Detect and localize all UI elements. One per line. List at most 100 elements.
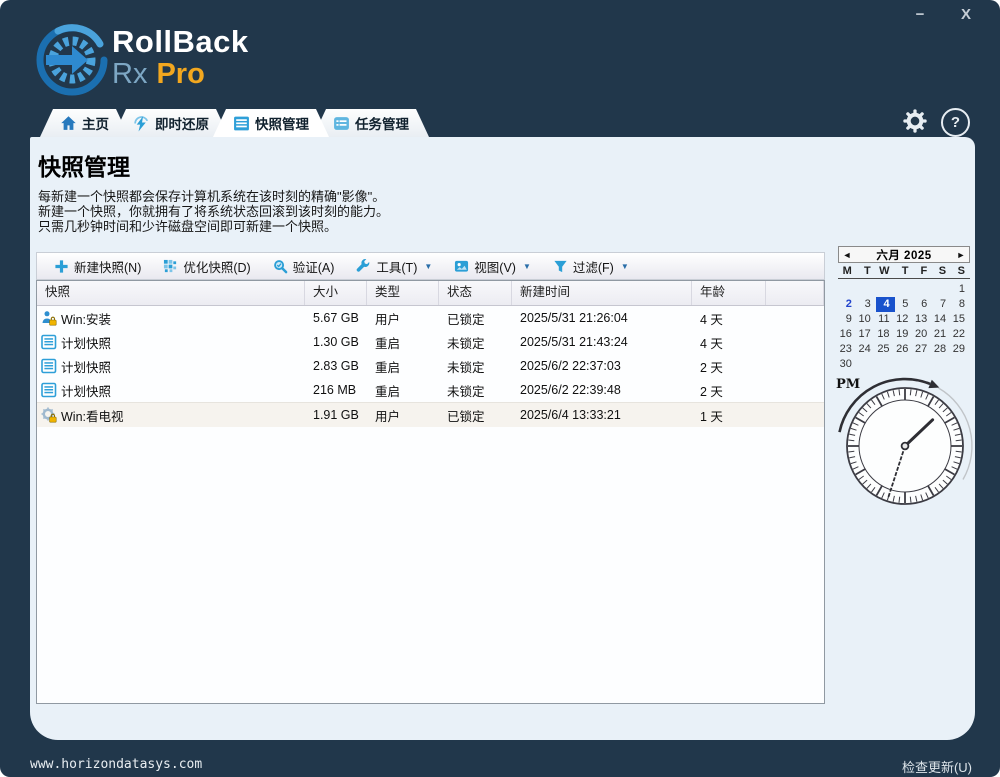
snapshot-age: 4 天 [692, 333, 766, 352]
verify-icon [273, 259, 288, 274]
column-header-extra[interactable] [766, 281, 824, 305]
tab-snapshot-management[interactable]: 快照管理 [213, 109, 329, 137]
calendar-day[interactable]: 28 [932, 342, 951, 357]
calendar-day [857, 357, 876, 372]
button-label: 过滤(F) [573, 257, 614, 276]
rollback-logo-icon [34, 22, 110, 98]
calendar-day[interactable]: 6 [913, 297, 932, 312]
calendar-day[interactable]: 19 [895, 327, 914, 342]
defrag-icon [163, 259, 178, 274]
home-icon [60, 115, 77, 132]
button-label: 新建快照(N) [74, 257, 141, 276]
calendar-day[interactable]: 25 [876, 342, 895, 357]
snapshot-size: 216 MB [305, 383, 367, 397]
calendar-day[interactable]: 9 [838, 312, 857, 327]
calendar-day[interactable]: 3 [857, 297, 876, 312]
snapshot-type: 重启 [367, 333, 439, 352]
calendar-day[interactable]: 11 [876, 312, 895, 327]
table-header: 快照 大小 类型 状态 新建时间 年龄 [37, 281, 824, 306]
column-header-created[interactable]: 新建时间 [512, 281, 692, 305]
minimize-button[interactable]: − [904, 2, 936, 26]
tools-dropdown-button[interactable]: 工具(T) ▼ [345, 254, 443, 278]
table-row[interactable]: 计划快照 216 MB 重启 未锁定 2025/6/2 22:39:48 2 天 [37, 378, 824, 402]
calendar-day[interactable]: 30 [838, 357, 857, 372]
calendar-prev-icon[interactable]: ◄ [839, 250, 855, 260]
calendar-next-icon[interactable]: ► [953, 250, 969, 260]
calendar-day[interactable]: 1 [951, 282, 970, 297]
logo-name: RollBack [112, 26, 249, 57]
button-label: 验证(A) [293, 257, 335, 276]
help-icon[interactable]: ? [941, 108, 970, 137]
snapshot-status: 未锁定 [439, 357, 512, 376]
calendar-day-header: F [913, 265, 932, 277]
calendar-day[interactable]: 26 [895, 342, 914, 357]
calendar-day-header: S [932, 265, 951, 277]
calendar-day[interactable]: 12 [895, 312, 914, 327]
table-row[interactable]: Win:看电视 1.91 GB 用户 已锁定 2025/6/4 13:33:21… [37, 402, 824, 427]
snapshot-age: 4 天 [692, 309, 766, 328]
calendar-day[interactable]: 14 [932, 312, 951, 327]
calendar-day[interactable]: 8 [951, 297, 970, 312]
column-header-type[interactable]: 类型 [367, 281, 439, 305]
tab-label: 任务管理 [355, 113, 409, 133]
defrag-snapshot-button[interactable]: 优化快照(D) [152, 254, 261, 278]
calendar-day[interactable]: 23 [838, 342, 857, 357]
calendar-day[interactable]: 20 [913, 327, 932, 342]
column-header-age[interactable]: 年龄 [692, 281, 766, 305]
user-snapshot-locked-icon [41, 310, 57, 326]
task-list-icon [333, 115, 350, 132]
tab-bar: 主页 即时还原 快照管理 [40, 109, 413, 137]
calendar-day[interactable]: 17 [857, 327, 876, 342]
footer-website-link[interactable]: www.horizondatasys.com [30, 757, 202, 772]
calendar-day[interactable]: 24 [857, 342, 876, 357]
calendar-day[interactable]: 18 [876, 327, 895, 342]
calendar-day [876, 282, 895, 297]
calendar-day[interactable]: 13 [913, 312, 932, 327]
table-row[interactable]: 计划快照 2.83 GB 重启 未锁定 2025/6/2 22:37:03 2 … [37, 354, 824, 378]
verify-button[interactable]: 验证(A) [262, 254, 346, 278]
calendar-day[interactable]: 7 [932, 297, 951, 312]
snapshot-type: 用户 [367, 309, 439, 328]
snapshot-name-cell: 计划快照 [37, 381, 305, 400]
calendar-grid: 1234567891011121314151617181920212223242… [838, 282, 970, 372]
snapshot-size: 1.30 GB [305, 335, 367, 349]
page-title: 快照管理 [38, 148, 130, 182]
calendar-day [932, 357, 951, 372]
check-updates-link[interactable]: 检查更新(U) [902, 757, 972, 776]
calendar-day[interactable]: 29 [951, 342, 970, 357]
filter-dropdown-button[interactable]: 过滤(F) ▼ [542, 254, 640, 278]
table-body: Win:安装 5.67 GB 用户 已锁定 2025/5/31 21:26:04… [37, 306, 824, 427]
column-header-status[interactable]: 状态 [439, 281, 512, 305]
calendar-day [857, 282, 876, 297]
calendar-day[interactable]: 15 [951, 312, 970, 327]
snapshot-name: Win:看电视 [61, 406, 124, 425]
column-header-size[interactable]: 大小 [305, 281, 367, 305]
snapshot-name-cell: Win:安装 [37, 309, 305, 328]
tab-instant-restore[interactable]: 即时还原 [113, 109, 229, 137]
calendar-day[interactable]: 16 [838, 327, 857, 342]
system-snapshot-locked-icon [41, 407, 57, 423]
snapshot-status: 已锁定 [439, 309, 512, 328]
calendar-day-header: T [895, 265, 914, 277]
table-row[interactable]: 计划快照 1.30 GB 重启 未锁定 2025/5/31 21:43:24 4… [37, 330, 824, 354]
view-dropdown-button[interactable]: 视图(V) ▼ [443, 254, 542, 278]
close-button[interactable]: X [950, 2, 982, 26]
tab-task-management[interactable]: 任务管理 [313, 109, 429, 137]
scheduled-snapshot-icon [41, 358, 57, 374]
calendar-day[interactable]: 22 [951, 327, 970, 342]
snapshot-status: 未锁定 [439, 381, 512, 400]
new-snapshot-button[interactable]: 新建快照(N) [43, 254, 152, 278]
calendar-day[interactable]: 4 [876, 297, 895, 312]
calendar-day[interactable]: 27 [913, 342, 932, 357]
snapshot-created-time: 2025/6/4 13:33:21 [512, 408, 692, 422]
settings-gear-icon[interactable] [901, 107, 929, 135]
calendar-day [895, 357, 914, 372]
column-header-snapshot[interactable]: 快照 [37, 281, 305, 305]
calendar-day[interactable]: 10 [857, 312, 876, 327]
calendar-day[interactable]: 2 [838, 297, 857, 312]
table-row[interactable]: Win:安装 5.67 GB 用户 已锁定 2025/5/31 21:26:04… [37, 306, 824, 330]
calendar-day[interactable]: 5 [895, 297, 914, 312]
snapshot-size: 2.83 GB [305, 359, 367, 373]
snapshot-created-time: 2025/6/2 22:39:48 [512, 383, 692, 397]
calendar-day[interactable]: 21 [932, 327, 951, 342]
